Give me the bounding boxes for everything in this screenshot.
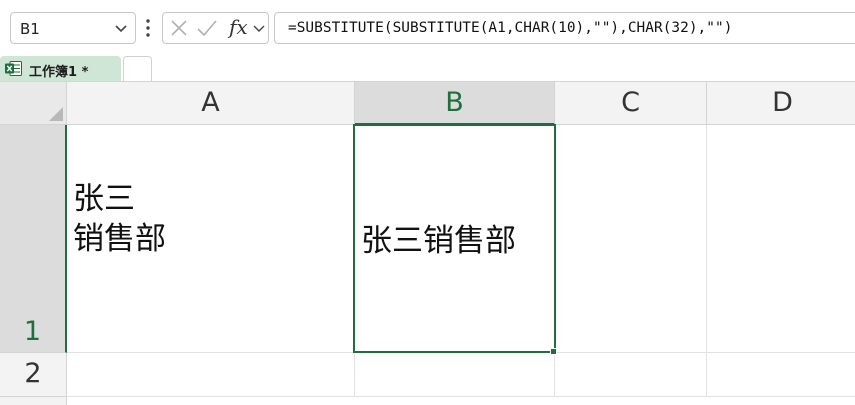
formula-actions: fx: [162, 12, 269, 44]
row-header-2[interactable]: 2: [0, 353, 67, 397]
cell-b2[interactable]: [355, 353, 555, 397]
formula-text: =SUBSTITUTE(SUBSTITUTE(A1,CHAR(10),""),C…: [288, 20, 733, 36]
fill-handle[interactable]: [550, 348, 557, 355]
spreadsheet-grid: A B C D 1 2 张三 销售部 张三销售部: [0, 81, 855, 405]
cancel-icon[interactable]: [169, 17, 189, 39]
check-icon[interactable]: [196, 17, 218, 39]
cell-c1[interactable]: [555, 125, 707, 353]
chevron-down-icon[interactable]: [252, 21, 266, 35]
row-header-1-label: 1: [23, 316, 42, 347]
select-all-icon: [49, 107, 63, 121]
row-header-3[interactable]: [0, 397, 67, 405]
workbook-tab[interactable]: 工作簿1 *: [0, 56, 121, 82]
cell-c2[interactable]: [555, 353, 707, 397]
cell-a2[interactable]: [67, 353, 355, 397]
active-cell-border: [353, 124, 556, 353]
formula-input[interactable]: =SUBSTITUTE(SUBSTITUTE(A1,CHAR(10),""),C…: [274, 12, 855, 44]
column-header-c[interactable]: C: [555, 82, 707, 125]
insert-function-icon[interactable]: fx: [229, 15, 248, 39]
column-header-a[interactable]: A: [67, 82, 355, 125]
column-header-d[interactable]: D: [707, 82, 855, 125]
excel-icon: [5, 61, 22, 76]
cell-a1[interactable]: 张三 销售部: [67, 125, 355, 353]
chevron-down-icon[interactable]: [113, 20, 129, 36]
cell-d1[interactable]: [707, 125, 855, 353]
workbook-tab-label: 工作簿1 *: [29, 65, 89, 80]
name-box[interactable]: B1: [10, 12, 136, 44]
workbook-tab-strip: 工作簿1 *: [0, 54, 855, 82]
cell-a1-text: 张三 销售部: [73, 181, 166, 257]
more-vertical-icon[interactable]: [144, 17, 152, 39]
select-all-corner[interactable]: [0, 82, 67, 125]
row-header-1[interactable]: 1: [0, 125, 67, 353]
column-header-b[interactable]: B: [355, 82, 555, 125]
new-tab-button[interactable]: [123, 56, 152, 82]
name-box-value: B1: [20, 20, 40, 38]
cell-d2[interactable]: [707, 353, 855, 397]
formula-bar: B1 fx =SUBSTITUTE(SUBSTITUTE(A1,CHAR(10)…: [0, 0, 855, 54]
